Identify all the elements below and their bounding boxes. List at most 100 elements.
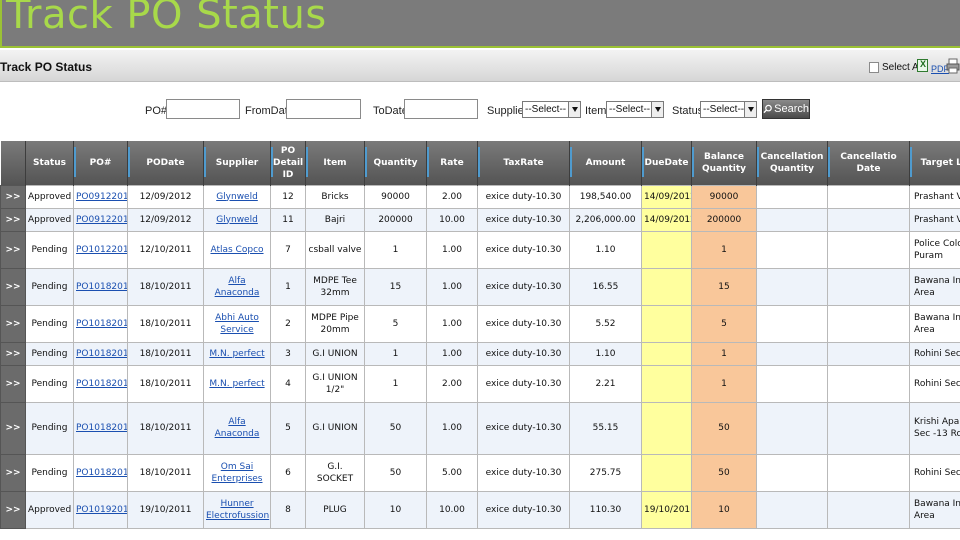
supplier-link[interactable]: Abhi Auto Service — [215, 313, 259, 335]
cell-cancel-qty — [756, 401, 828, 455]
column-header[interactable]: Supplier — [203, 141, 271, 185]
cell-detail-id: 3 — [270, 341, 306, 366]
table-row[interactable]: >> Approved PO0912201200001 12/09/2012 Glynw… — [0, 207, 960, 232]
print-icon[interactable] — [946, 58, 960, 74]
select-all-checkbox[interactable] — [869, 62, 879, 73]
select-all-control[interactable]: Select All — [869, 62, 923, 73]
table-row[interactable]: >> Pending PO1018201100001 18/10/2011 M.N. p… — [0, 341, 960, 366]
supplier-select[interactable]: --Select-- — [522, 101, 581, 118]
cell-text: 1.00 — [441, 423, 463, 433]
cell-detail-id: 4 — [270, 364, 306, 403]
column-header[interactable]: Cancellatio Date — [827, 141, 910, 185]
column-header[interactable]: TaxRate — [477, 141, 570, 185]
cell-rate: 1.00 — [426, 304, 478, 343]
po-number-link[interactable]: PO1018201100001 — [76, 423, 127, 433]
cell-text: 110.30 — [589, 504, 622, 515]
column-header[interactable]: Cancellation Quantity — [756, 141, 828, 185]
po-input[interactable] — [166, 99, 240, 119]
po-number-link[interactable]: PO0912201200001 — [76, 215, 127, 225]
column-header[interactable]: PO Detail ID — [270, 141, 306, 185]
supplier-link[interactable]: Om Sai Enterprises — [212, 462, 263, 484]
cell-text: exice duty-10.30 — [485, 191, 562, 202]
supplier-link[interactable]: M.N. perfect — [209, 379, 264, 389]
column-header[interactable]: DueDate — [641, 141, 692, 185]
expand-row-button[interactable]: >> — [0, 453, 26, 492]
cell-status: Approved — [25, 207, 74, 232]
cell-text: 5 — [721, 318, 727, 329]
search-filter-bar: PO# FromDate ToDate Supplier --Select-- … — [0, 83, 960, 141]
expand-row-button[interactable]: >> — [0, 230, 26, 269]
panel-title: Track PO Status — [0, 60, 93, 74]
column-header[interactable]: PODate — [127, 141, 204, 185]
supplier-link[interactable]: Glynweld — [216, 215, 258, 225]
expand-row-button[interactable]: >> — [0, 267, 26, 306]
column-header[interactable]: Rate — [426, 141, 478, 185]
cell-supplier: Atlas Copco — [203, 230, 271, 269]
cell-text: 15 — [718, 281, 730, 292]
column-header[interactable]: PO# — [73, 141, 128, 185]
cell-duedate — [641, 267, 692, 306]
expand-row-button[interactable]: >> — [0, 401, 26, 455]
table-row[interactable]: >> Pending PO1018201100001 18/10/2011 M.N. p… — [0, 364, 960, 403]
po-number-link[interactable]: PO1012201100001 — [76, 245, 127, 255]
table-row[interactable]: >> Pending PO1012201100001 12/10/2011 Atlas … — [0, 230, 960, 269]
supplier-link[interactable]: Alfa Anaconda — [215, 276, 260, 298]
cell-text: 16.55 — [592, 281, 619, 292]
cell-taxrate: exice duty-10.30 — [477, 490, 570, 529]
cell-cancel-date — [827, 364, 910, 403]
table-row[interactable]: >> Pending PO1018201100001 18/10/2011 Alfa A… — [0, 401, 960, 455]
status-select[interactable]: --Select-- — [700, 101, 757, 118]
table-row[interactable]: >> Approved PO1019201100001 19/10/2011 Hunne… — [0, 490, 960, 529]
supplier-link[interactable]: Glynweld — [216, 192, 258, 202]
cell-balance: 90000 — [691, 184, 757, 209]
expand-row-button[interactable]: >> — [0, 207, 26, 232]
cell-duedate: 14/09/2012 — [641, 207, 692, 232]
expand-row-button[interactable]: >> — [0, 304, 26, 343]
po-number-link[interactable]: PO1018201100001 — [76, 468, 127, 478]
column-header[interactable]: Balance Quantity — [691, 141, 757, 185]
search-button[interactable]: Search — [762, 99, 810, 119]
expand-row-button[interactable]: >> — [0, 184, 26, 209]
supplier-link[interactable]: Hunner Electrofussion — [206, 499, 269, 521]
expand-row-button[interactable]: >> — [0, 341, 26, 366]
column-header[interactable]: Item — [305, 141, 365, 185]
table-row[interactable]: >> Approved PO0912201200001 12/09/2012 Glynw… — [0, 184, 960, 209]
cell-text: Pending — [31, 378, 68, 389]
cell-text: 12/09/2012 — [139, 214, 192, 225]
expand-row-button[interactable]: >> — [0, 364, 26, 403]
po-number-link[interactable]: PO1018201100001 — [76, 349, 127, 359]
cell-text: Rohini Sec-24 — [914, 348, 960, 359]
column-header-label: TaxRate — [503, 157, 544, 168]
po-number-link[interactable]: PO0912201200001 — [76, 192, 127, 202]
supplier-link[interactable]: M.N. perfect — [209, 349, 264, 359]
cell-detail-id: 1 — [270, 267, 306, 306]
supplier-link[interactable]: Atlas Copco — [210, 245, 263, 255]
to-date-input[interactable] — [404, 99, 478, 119]
column-header-label: Rate — [440, 157, 464, 168]
table-row[interactable]: >> Pending PO1018201100001 18/10/2011 Om Sai… — [0, 453, 960, 492]
cell-cancel-date — [827, 304, 910, 343]
column-header[interactable]: Target Location — [909, 141, 960, 185]
item-select[interactable]: --Select-- — [606, 101, 664, 118]
cell-text: exice duty-10.30 — [485, 244, 562, 255]
column-header[interactable] — [0, 141, 26, 185]
cell-supplier: Hunner Electrofussion — [203, 490, 271, 529]
po-number-link[interactable]: PO1019201100001 — [76, 505, 127, 515]
po-number-link[interactable]: PO1018201100001 — [76, 282, 127, 292]
table-row[interactable]: >> Pending PO1018201100001 18/10/2011 Abhi A… — [0, 304, 960, 343]
column-header[interactable]: Status — [25, 141, 74, 185]
po-number-link[interactable]: PO1018201100001 — [76, 379, 127, 389]
cell-text: 1 — [392, 244, 399, 255]
from-date-input[interactable] — [286, 99, 361, 119]
cell-item: Bricks — [305, 184, 365, 209]
cell-text: Rohini Sec-24 — [914, 467, 960, 478]
expand-row-button[interactable]: >> — [0, 490, 26, 529]
table-row[interactable]: >> Pending PO1018201100001 18/10/2011 Alfa A… — [0, 267, 960, 306]
column-header[interactable]: Quantity — [364, 141, 427, 185]
column-header[interactable]: Amount — [569, 141, 642, 185]
excel-export-icon[interactable] — [917, 59, 928, 72]
supplier-link[interactable]: Alfa Anaconda — [215, 417, 260, 439]
po-number-link[interactable]: PO1018201100001 — [76, 319, 127, 329]
cell-text: exice duty-10.30 — [485, 423, 562, 433]
cell-taxrate: exice duty-10.30 — [477, 184, 570, 209]
